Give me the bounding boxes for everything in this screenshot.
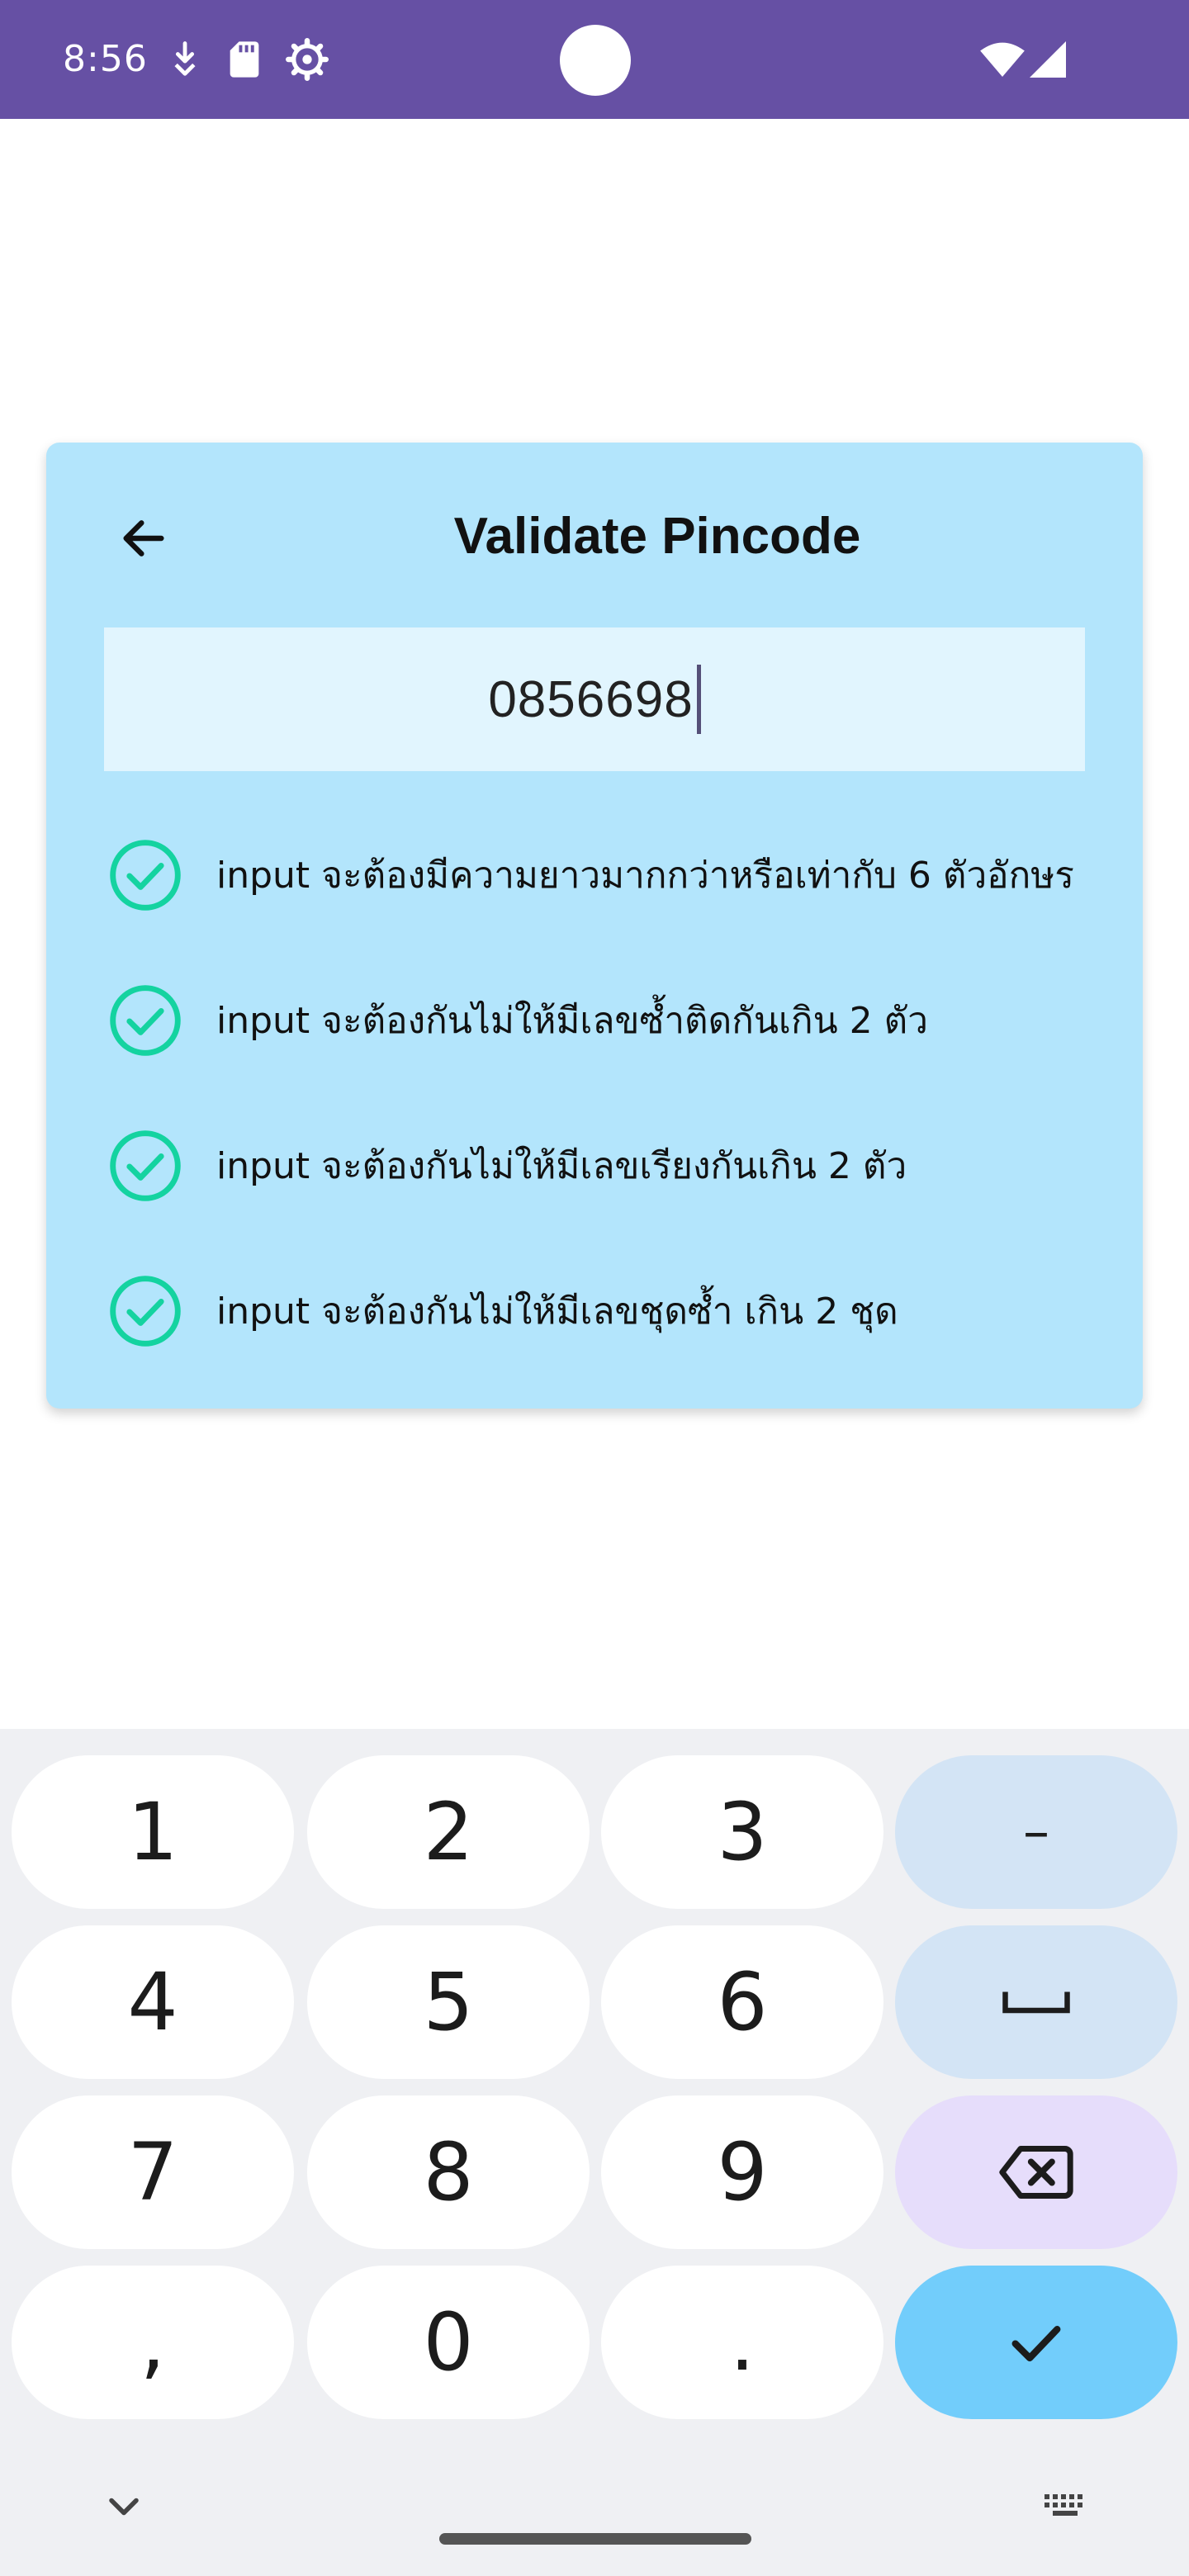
key-comma[interactable]: ,	[12, 2266, 294, 2419]
page-title: Validate Pincode	[453, 508, 861, 565]
key-6[interactable]: 6	[601, 1925, 883, 2079]
check-circle-icon	[110, 840, 181, 911]
key-5[interactable]: 5	[307, 1925, 590, 2079]
pin-input-value: 0856698	[488, 670, 694, 728]
key-1[interactable]: 1	[12, 1755, 294, 1909]
numeric-keyboard: 1 2 3 – 4 5 6 7 8 9 , 0 .	[0, 1729, 1189, 2576]
rule-item: input จะต้องกันไม่ให้มีเลขชุดซ้ำ เกิน 2 …	[107, 1270, 1131, 1352]
key-dash[interactable]: –	[895, 1755, 1177, 1909]
key-backspace[interactable]	[895, 2095, 1177, 2249]
space-bar-icon	[1002, 1991, 1070, 2014]
key-9[interactable]: 9	[601, 2095, 883, 2249]
cellular-signal-icon	[1030, 41, 1066, 78]
check-circle-icon	[110, 1130, 181, 1201]
check-icon	[1011, 2326, 1061, 2362]
rule-text: input จะต้องมีความยาวมากกว่าหรือเท่ากับ …	[216, 855, 1074, 897]
status-time: 8:56	[63, 38, 148, 80]
settings-gear-icon	[286, 38, 329, 81]
key-done[interactable]	[895, 2266, 1177, 2419]
check-circle-icon	[110, 1276, 181, 1347]
check-circle-icon	[110, 985, 181, 1056]
camera-cutout	[560, 25, 631, 96]
pin-input[interactable]: 0856698	[104, 627, 1085, 771]
rule-item: input จะต้องกันไม่ให้มีเลขเรียงกันเกิน 2…	[107, 1125, 1131, 1207]
backspace-icon	[999, 2146, 1073, 2199]
key-2[interactable]: 2	[307, 1755, 590, 1909]
rule-text: input จะต้องกันไม่ให้มีเลขชุดซ้ำ เกิน 2 …	[216, 1290, 898, 1333]
rule-item: input จะต้องมีความยาวมากกว่าหรือเท่ากับ …	[107, 834, 1131, 916]
key-period[interactable]: .	[601, 2266, 883, 2419]
status-bar: 8:56	[0, 0, 1189, 119]
key-space[interactable]	[895, 1925, 1177, 2079]
key-8[interactable]: 8	[307, 2095, 590, 2249]
pincode-card: Validate Pincode 0856698 input จะต้องมีค…	[46, 443, 1143, 1409]
key-3[interactable]: 3	[601, 1755, 883, 1909]
key-0[interactable]: 0	[307, 2266, 590, 2419]
download-arrow-icon	[174, 41, 196, 76]
chevron-down-icon[interactable]	[99, 2482, 149, 2531]
key-7[interactable]: 7	[12, 2095, 294, 2249]
rule-text: input จะต้องกันไม่ให้มีเลขเรียงกันเกิน 2…	[216, 1145, 907, 1187]
wifi-icon	[980, 42, 1025, 77]
key-4[interactable]: 4	[12, 1925, 294, 2079]
home-indicator[interactable]	[439, 2533, 751, 2545]
rule-item: input จะต้องกันไม่ให้มีเลขซ้ำติดกันเกิน …	[107, 979, 1131, 1062]
keyboard-icon[interactable]	[1040, 2482, 1090, 2531]
sd-card-icon	[230, 41, 259, 78]
rule-text: input จะต้องกันไม่ให้มีเลขซ้ำติดกันเกิน …	[216, 1000, 928, 1042]
text-caret	[696, 665, 701, 734]
